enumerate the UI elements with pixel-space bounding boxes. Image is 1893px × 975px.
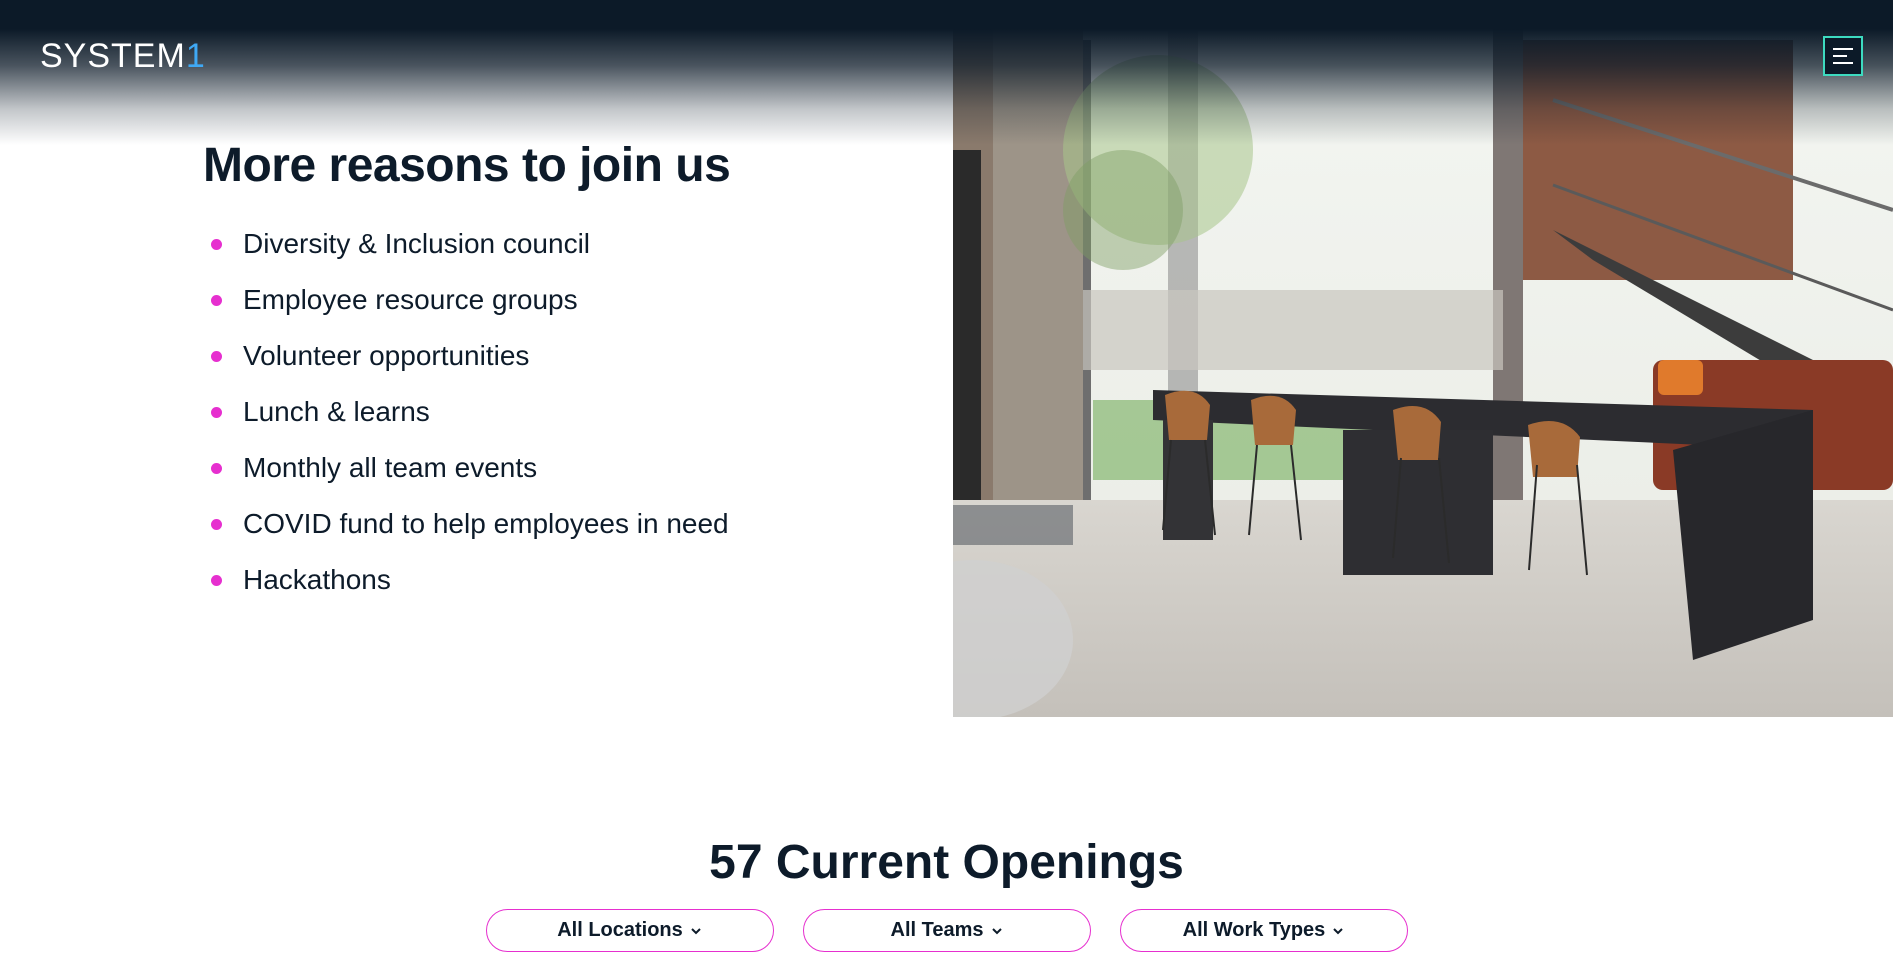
chevron-down-icon: [991, 925, 1003, 937]
bullet-icon: [211, 406, 222, 418]
bullet-icon: [211, 574, 222, 586]
reasons-list: Diversity & Inclusion council Employee r…: [203, 216, 943, 608]
logo-text: SYSTEM: [40, 37, 186, 75]
list-item: Hackathons: [203, 552, 943, 608]
reason-text: COVID fund to help employees in need: [243, 508, 729, 539]
chevron-down-icon: [690, 925, 702, 937]
reasons-title: More reasons to join us: [203, 139, 731, 192]
reason-text: Hackathons: [243, 564, 391, 595]
logo[interactable]: SYSTEM 1: [40, 36, 206, 76]
reason-text: Monthly all team events: [243, 452, 538, 483]
list-item: Lunch & learns: [203, 384, 943, 440]
reasons-section: More reasons to join us Diversity & Incl…: [203, 130, 943, 608]
menu-button[interactable]: [1823, 36, 1863, 76]
hamburger-menu-icon: [1833, 48, 1853, 64]
bullet-icon: [211, 238, 222, 250]
filter-label: All Teams: [890, 919, 984, 941]
list-item: Diversity & Inclusion council: [203, 216, 943, 272]
work-type-filter-dropdown[interactable]: All Work Types: [1119, 909, 1408, 952]
office-interior-image: [953, 0, 1893, 717]
list-item: Employee resource groups: [203, 272, 943, 328]
filter-bar: All Locations All Teams All Work Types: [0, 909, 1893, 952]
reason-text: Diversity & Inclusion council: [243, 228, 591, 259]
reason-text: Volunteer opportunities: [243, 340, 530, 371]
location-filter-dropdown[interactable]: All Locations: [485, 909, 774, 952]
list-item: Volunteer opportunities: [203, 328, 943, 384]
bullet-icon: [211, 294, 222, 306]
team-filter-dropdown[interactable]: All Teams: [802, 909, 1091, 952]
bullet-icon: [211, 462, 222, 474]
list-item: COVID fund to help employees in need: [203, 496, 943, 552]
filter-label: All Locations: [557, 919, 683, 941]
reason-text: Employee resource groups: [243, 284, 578, 315]
chevron-down-icon: [1332, 925, 1344, 937]
bullet-icon: [211, 350, 222, 362]
logo-accent: 1: [185, 37, 206, 75]
reason-text: Lunch & learns: [243, 396, 430, 427]
list-item: Monthly all team events: [203, 440, 943, 496]
openings-title: 57 Current Openings: [709, 836, 1184, 889]
filter-label: All Work Types: [1182, 919, 1326, 941]
bullet-icon: [211, 518, 222, 530]
